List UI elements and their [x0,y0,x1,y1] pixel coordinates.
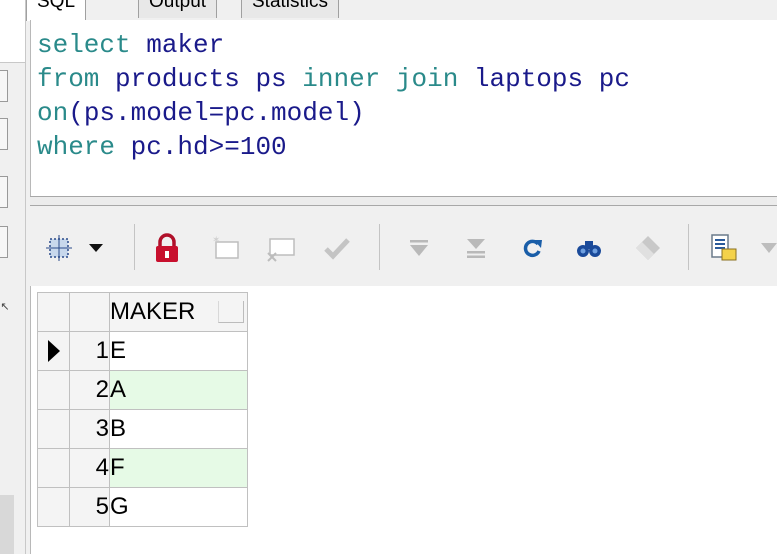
header-row: MAKER [37,292,248,332]
sql-text: laptops pc [458,64,630,94]
column-filter-button[interactable] [218,301,244,323]
refresh-icon[interactable] [516,231,550,265]
row-number-header[interactable] [69,292,110,332]
row-number: 5 [69,487,110,527]
tab-strip: SQL Output Statistics [26,0,777,21]
column-header-label: MAKER [110,298,196,325]
find-icon[interactable] [572,231,606,265]
toolbar-separator [688,224,689,270]
left-panel [0,0,26,63]
pane-splitter[interactable] [30,196,777,206]
cell-maker[interactable]: F [109,448,248,488]
row-number: 3 [69,409,110,449]
svg-text:✶: ✶ [212,235,220,246]
grid-toolbar: ✶ [30,206,777,286]
new-record-icon[interactable]: ✶ [208,231,242,265]
sql-text: (ps.model=pc.model) [68,98,365,128]
sql-keyword: on [37,98,69,128]
left-arrow-icon[interactable]: ↖ [0,300,10,313]
export-icon[interactable] [706,231,740,265]
toolbar-separator [134,224,135,270]
row-indicator[interactable] [37,487,70,527]
left-button[interactable] [0,226,8,258]
dropdown-arrow-icon[interactable] [760,231,777,265]
row-indicator[interactable] [37,409,70,449]
tab-statistics[interactable]: Statistics [241,0,340,18]
indicator-header[interactable] [37,292,70,332]
left-scrollbar[interactable] [0,495,14,554]
table-row[interactable]: 1E [37,331,248,371]
results-grid[interactable]: MAKER 1E2A3B4F5G [30,286,777,554]
next-icon[interactable] [459,231,493,265]
left-button[interactable] [0,118,8,150]
table-row[interactable]: 3B [37,409,248,449]
post-icon[interactable] [320,231,354,265]
sql-keyword: from [37,64,100,94]
row-number: 1 [69,331,110,371]
column-header-maker[interactable]: MAKER [109,292,248,332]
left-button[interactable] [0,176,8,208]
sql-keyword: select [37,30,131,60]
prior-icon[interactable] [402,231,436,265]
table-row[interactable]: 5G [37,487,248,527]
left-toolbar-strip: ↖ [0,0,30,554]
grid-select-icon[interactable] [42,231,76,265]
row-indicator[interactable] [37,331,70,371]
toolbar-separator [379,224,380,270]
sql-text: maker [130,30,225,60]
dropdown-arrow-icon[interactable] [87,231,105,265]
table-row[interactable]: 2A [37,370,248,410]
left-divider [25,0,26,554]
cell-maker[interactable]: G [109,487,248,527]
delete-record-icon[interactable] [264,231,298,265]
cell-maker[interactable]: A [109,370,248,410]
tab-sql[interactable]: SQL [26,0,87,21]
sql-line[interactable]: where pc.hd>=100 [37,130,630,164]
results-table: MAKER 1E2A3B4F5G [37,292,248,527]
sql-text: pc.hd>=100 [115,132,287,162]
sql-text: products ps [99,64,303,94]
current-row-arrow-icon [48,340,60,362]
sql-line[interactable]: from products ps inner join laptops pc [37,62,630,96]
sql-line[interactable]: select maker [37,28,630,62]
row-number: 2 [69,370,110,410]
row-indicator[interactable] [37,370,70,410]
table-row[interactable]: 4F [37,448,248,488]
row-indicator[interactable] [37,448,70,488]
cell-maker[interactable]: B [109,409,248,449]
sql-keyword: inner join [302,64,459,94]
eraser-icon[interactable] [630,231,664,265]
left-button[interactable] [0,70,8,102]
cell-maker[interactable]: E [109,331,248,371]
sql-code[interactable]: select maker from products ps inner join … [37,28,630,164]
tab-output[interactable]: Output [138,0,218,18]
sql-editor[interactable]: select maker from products ps inner join … [30,20,777,196]
row-number: 4 [69,448,110,488]
sql-keyword: where [37,132,116,162]
sql-line[interactable]: on(ps.model=pc.model) [37,96,630,130]
lock-icon[interactable] [150,231,184,265]
